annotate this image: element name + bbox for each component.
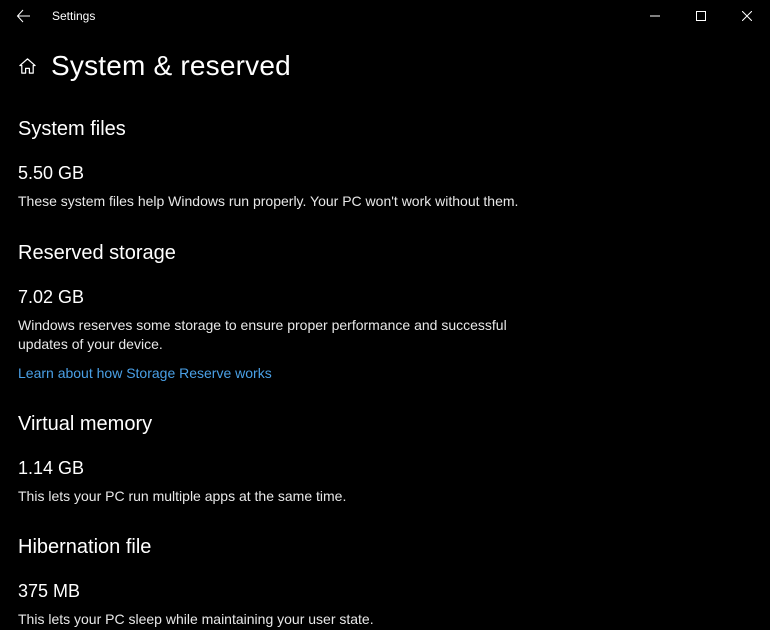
content-area: System & reserved System files 5.50 GB T… [0,32,770,630]
section-system-files: System files 5.50 GB These system files … [18,118,752,212]
section-description: Windows reserves some storage to ensure … [18,316,558,355]
section-value: 5.50 GB [18,163,752,184]
section-hibernation-file: Hibernation file 375 MB This lets your P… [18,536,752,630]
section-description: This lets your PC run multiple apps at t… [18,487,558,507]
section-value: 1.14 GB [18,458,752,479]
window-controls [632,0,770,32]
minimize-icon [650,11,660,21]
section-heading: System files [18,118,752,141]
home-icon[interactable] [18,57,37,76]
section-heading: Reserved storage [18,242,752,265]
close-icon [742,11,752,21]
maximize-icon [696,11,706,21]
section-reserved-storage: Reserved storage 7.02 GB Windows reserve… [18,242,752,383]
section-description: This lets your PC sleep while maintainin… [18,610,558,630]
back-button[interactable] [8,0,40,32]
window-title: Settings [52,9,95,23]
arrow-left-icon [16,8,32,24]
close-button[interactable] [724,0,770,32]
minimize-button[interactable] [632,0,678,32]
section-heading: Hibernation file [18,536,752,559]
section-value: 7.02 GB [18,287,752,308]
section-description: These system files help Windows run prop… [18,192,558,212]
maximize-button[interactable] [678,0,724,32]
section-value: 375 MB [18,581,752,602]
section-heading: Virtual memory [18,413,752,436]
page-header: System & reserved [18,50,752,82]
page-title: System & reserved [51,50,291,82]
storage-reserve-link[interactable]: Learn about how Storage Reserve works [18,365,272,381]
section-virtual-memory: Virtual memory 1.14 GB This lets your PC… [18,413,752,507]
titlebar: Settings [0,0,770,32]
